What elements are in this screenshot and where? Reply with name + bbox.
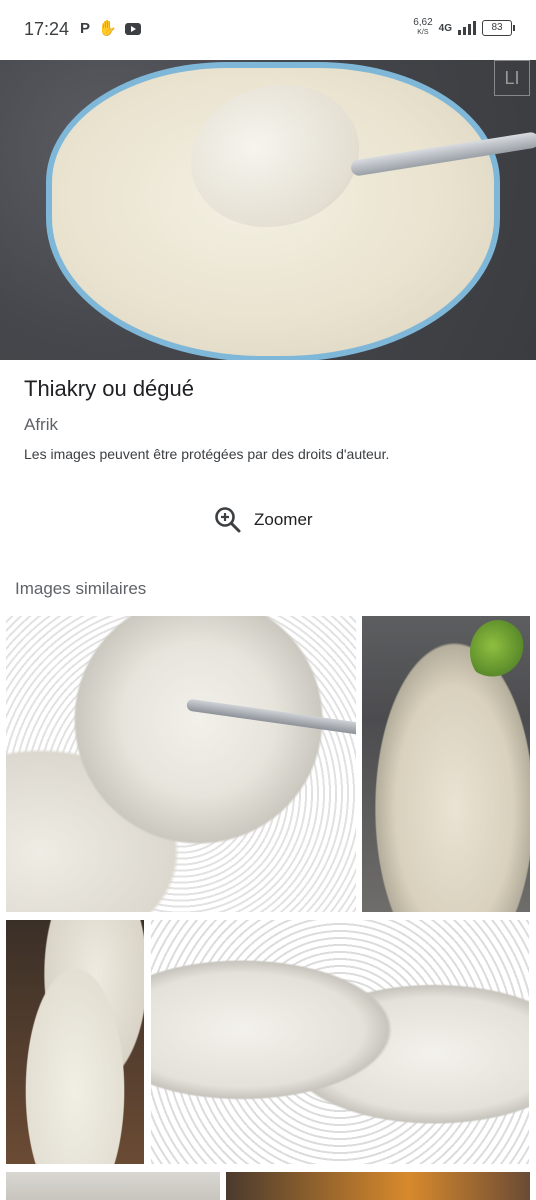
main-image[interactable]: LI (0, 60, 536, 360)
zoom-label: Zoomer (254, 510, 313, 529)
youtube-icon (124, 23, 141, 35)
battery-icon: 83 (482, 20, 515, 36)
similar-image-thumbnail[interactable] (226, 1172, 530, 1200)
image-title[interactable]: Thiakry ou dégué (24, 376, 194, 402)
network-speed-unit: K/S (417, 29, 429, 36)
similar-image-thumbnail[interactable] (151, 920, 529, 1164)
network-speed: 6,62 K/S (413, 18, 432, 38)
similar-image-thumbnail[interactable] (362, 616, 530, 912)
similar-image-thumbnail[interactable] (6, 616, 356, 912)
network-type: 4G (438, 22, 452, 34)
image-source[interactable]: Afrik (24, 415, 58, 435)
zoom-button[interactable]: Zoomer (214, 506, 313, 534)
status-system-icons: 6,62 K/S 4G 83 (413, 18, 515, 38)
parking-icon: P (80, 20, 91, 37)
signal-icon (458, 21, 476, 35)
similar-image-thumbnail[interactable] (6, 1172, 220, 1200)
status-time: 17:24 (24, 19, 70, 39)
battery-level: 83 (491, 22, 503, 33)
spoon-shape (186, 698, 356, 736)
status-notification-icons: P ✋ (80, 20, 141, 38)
similar-image-thumbnail[interactable] (6, 920, 144, 1164)
notification-icon: ✋ (98, 20, 117, 37)
similar-images-heading: Images similaires (15, 579, 147, 598)
mint-leaf-shape (470, 620, 526, 684)
zoom-in-icon (215, 507, 241, 533)
copyright-notice: Les images peuvent être protégées par de… (24, 446, 390, 462)
watermark-logo: LI (494, 60, 530, 96)
network-speed-value: 6,62 (413, 17, 433, 28)
status-bar: 17:24 P ✋ 6,62 K/S 4G 83 (0, 0, 536, 60)
